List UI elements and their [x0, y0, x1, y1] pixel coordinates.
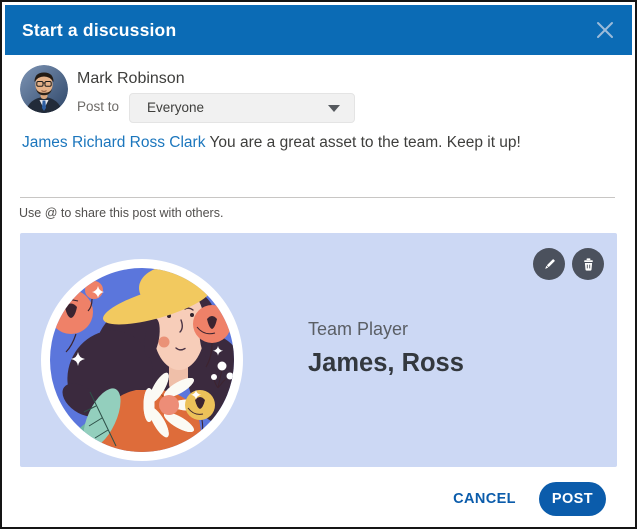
team-player-badge-illustration — [40, 258, 244, 462]
recipient-name: James, Ross — [308, 349, 464, 377]
message-text: You are a great asset to the team. Keep … — [209, 134, 521, 151]
close-icon — [597, 22, 613, 38]
dialog-header: Start a discussion — [5, 5, 632, 55]
audience-selected-value: Everyone — [147, 100, 205, 115]
attachment-card: Team Player James, Ross — [20, 233, 617, 467]
post-to-label: Post to — [77, 99, 120, 114]
avatar — [20, 65, 68, 113]
cancel-button[interactable]: CANCEL — [453, 491, 516, 507]
dialog-footer: CANCEL POST — [453, 482, 606, 516]
author-name: Mark Robinson — [77, 70, 185, 87]
mention-helper-text: Use @ to share this post with others. — [19, 206, 224, 220]
divider — [20, 197, 615, 198]
mark-robinson-photo — [20, 65, 68, 113]
close-button[interactable] — [591, 16, 619, 44]
delete-attachment-button[interactable] — [572, 248, 604, 280]
post-button[interactable]: POST — [538, 482, 606, 516]
pencil-icon — [544, 258, 555, 269]
badge-title: Team Player — [308, 319, 409, 339]
chevron-down-icon — [328, 105, 340, 112]
edit-attachment-button[interactable] — [533, 248, 565, 280]
dialog-title: Start a discussion — [22, 20, 177, 40]
post-editor[interactable]: James Richard Ross Clark You are a great… — [22, 132, 614, 154]
trash-icon — [583, 257, 593, 271]
audience-dropdown[interactable]: Everyone — [129, 93, 355, 123]
attachment-text: Team Player James, Ross — [308, 319, 464, 378]
attachment-actions — [533, 248, 604, 280]
mention-link[interactable]: James Richard Ross Clark — [22, 134, 205, 151]
start-discussion-dialog: Start a discussion Mark Robinson Post to… — [0, 0, 637, 529]
